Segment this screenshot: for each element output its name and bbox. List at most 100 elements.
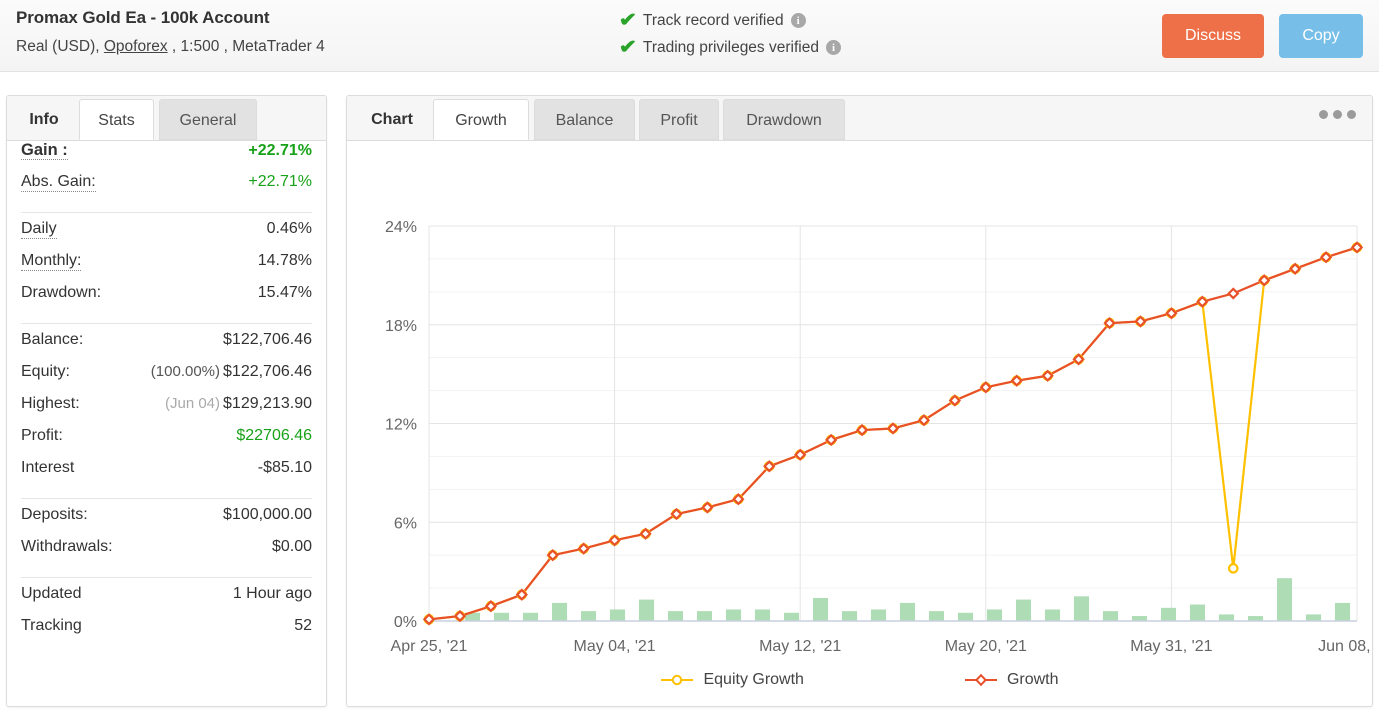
stats-row-label: Profit: [21, 427, 63, 444]
tab-growth[interactable]: Growth [433, 99, 529, 140]
stats-row: Interest -$85.10 [21, 459, 312, 491]
stats-row-label: Drawdown: [21, 284, 102, 301]
chart-y-tick-label: 24% [385, 219, 417, 236]
chart-bar [1044, 609, 1061, 621]
stats-divider [21, 498, 312, 499]
stats-row-value: 14.78% [257, 252, 312, 269]
stats-row: Profit: $22706.46 [21, 427, 312, 459]
stats-row-value-wrap: 0.46% [267, 220, 312, 238]
chart-bar [1160, 607, 1177, 621]
chart-y-tick-label: 18% [385, 318, 417, 335]
chart-tabbar: Chart Growth Balance Profit Drawdown [347, 96, 1372, 141]
stats-row-value: $129,213.90 [223, 395, 312, 412]
chart-point[interactable] [1227, 287, 1240, 300]
legend-item-equity-growth[interactable]: Equity Growth [660, 671, 804, 689]
chart-x-tick-label: May 04, '21 [573, 638, 655, 655]
legend-item-growth[interactable]: Growth [964, 671, 1059, 689]
chart-point[interactable] [1227, 563, 1239, 574]
stats-row-value-wrap: 15.47% [258, 284, 312, 302]
chart-bar [696, 611, 713, 621]
chart-panel: Chart Growth Balance Profit Drawdown 0% 6… [346, 95, 1373, 707]
stats-row-label: Interest [21, 459, 75, 476]
stats-row-label[interactable]: Gain : [21, 141, 68, 161]
chart-bar [1218, 614, 1235, 621]
stats-row-value-wrap: -$85.10 [258, 459, 312, 477]
chart-bar [957, 612, 974, 621]
stats-row: Updated 1 Hour ago [21, 585, 312, 617]
chart-bar [783, 612, 800, 621]
stats-row-value: $100,000.00 [223, 506, 312, 523]
broker-link[interactable]: Opoforex [104, 38, 168, 55]
chart-bar [1305, 614, 1322, 621]
verification-row: ✔ Trading privileges verified i [619, 34, 1040, 61]
stats-row-label: Highest: [21, 395, 80, 412]
stats-row-label[interactable]: Daily [21, 220, 57, 239]
tab-stats[interactable]: Stats [79, 99, 154, 140]
trading-privileges-verified-label: Trading privileges verified [642, 38, 819, 56]
stats-row-prefix: (Jun 04) [164, 395, 221, 412]
stats-row: Equity: (100.00%) $122,706.46 [21, 363, 312, 395]
stats-divider [21, 577, 312, 578]
chart-bar [551, 602, 568, 621]
stats-panel: Info Stats General Gain : +22.71% Abs. Gai… [6, 95, 327, 707]
chart-bar [1334, 602, 1351, 621]
copy-button[interactable]: Copy [1279, 14, 1363, 58]
info-icon[interactable]: i [790, 13, 806, 28]
stats-row: Deposits: $100,000.00 [21, 506, 312, 538]
account-type: Real (USD), [16, 38, 104, 55]
chart-x-tick-label: May 20, '21 [945, 638, 1027, 655]
chart-bar [667, 611, 684, 621]
stats-row: Abs. Gain: +22.71% [21, 173, 312, 205]
tab-balance[interactable]: Balance [534, 99, 635, 140]
stats-row-value: $22706.46 [236, 427, 312, 444]
chart-bar [1102, 611, 1119, 621]
stats-row-value-wrap: $0.00 [272, 538, 312, 556]
legend-marker-icon [964, 673, 997, 687]
ellipsis-icon[interactable] [1319, 110, 1356, 119]
chart-bar [1073, 596, 1090, 621]
stats-row-label[interactable]: Abs. Gain: [21, 173, 96, 192]
tab-drawdown[interactable]: Drawdown [723, 99, 845, 140]
tab-chart[interactable]: Chart [357, 99, 427, 140]
chart-y-tick-label: 6% [394, 515, 417, 532]
stats-divider [21, 323, 312, 324]
stats-row-value: 0.46% [266, 220, 312, 237]
stats-row-value-wrap: $22706.46 [236, 427, 312, 445]
stats-row-label[interactable]: Monthly: [21, 252, 82, 271]
stats-row: Drawdown: 15.47% [21, 284, 312, 316]
stats-row-value: $0.00 [271, 538, 312, 555]
stats-row-value: 1 Hour ago [232, 585, 312, 602]
stats-row-value: 15.47% [257, 284, 312, 301]
chart-bar [580, 611, 597, 621]
stats-row-value: +22.71% [248, 142, 312, 159]
chart-bar [493, 612, 510, 621]
account-details: , 1:500 , MetaTrader 4 [167, 38, 325, 55]
stats-row-value-wrap: (100.00%) $122,706.46 [151, 363, 312, 381]
stats-row-prefix: (100.00%) [150, 363, 221, 380]
chart-bar [986, 609, 1003, 621]
chart-bar [1276, 578, 1293, 621]
stats-row-value: $122,706.46 [223, 331, 312, 348]
chart-x-tick-label: May 31, '21 [1130, 638, 1212, 655]
tab-info[interactable]: Info [15, 99, 73, 140]
tab-profit[interactable]: Profit [639, 99, 719, 140]
stats-row-value-wrap: 1 Hour ago [233, 585, 312, 603]
stats-row: Tracking 52 [21, 617, 312, 649]
legend-label: Growth [1006, 671, 1059, 688]
chart-x-tick-label: Jun 08, '21 [1318, 638, 1372, 655]
stats-row-label: Balance: [21, 331, 84, 348]
info-icon[interactable]: i [825, 40, 841, 55]
chart-bar [522, 612, 539, 621]
chart-bar [1189, 604, 1206, 621]
stats-row-value-wrap: +22.71% [248, 173, 312, 191]
chart-legend: Equity Growth Growth [347, 671, 1372, 689]
stats-row: Daily 0.46% [21, 220, 312, 252]
tab-general[interactable]: General [159, 99, 257, 140]
stats-row-label: Updated [21, 585, 82, 602]
stats-row-value-wrap: $122,706.46 [223, 331, 312, 349]
stats-row-value: +22.71% [248, 173, 312, 190]
stats-row: Gain : +22.71% [21, 141, 312, 173]
discuss-button[interactable]: Discuss [1162, 14, 1264, 58]
stats-row-value-wrap: +22.71% [248, 142, 312, 160]
stats-row-value: -$85.10 [257, 459, 312, 476]
